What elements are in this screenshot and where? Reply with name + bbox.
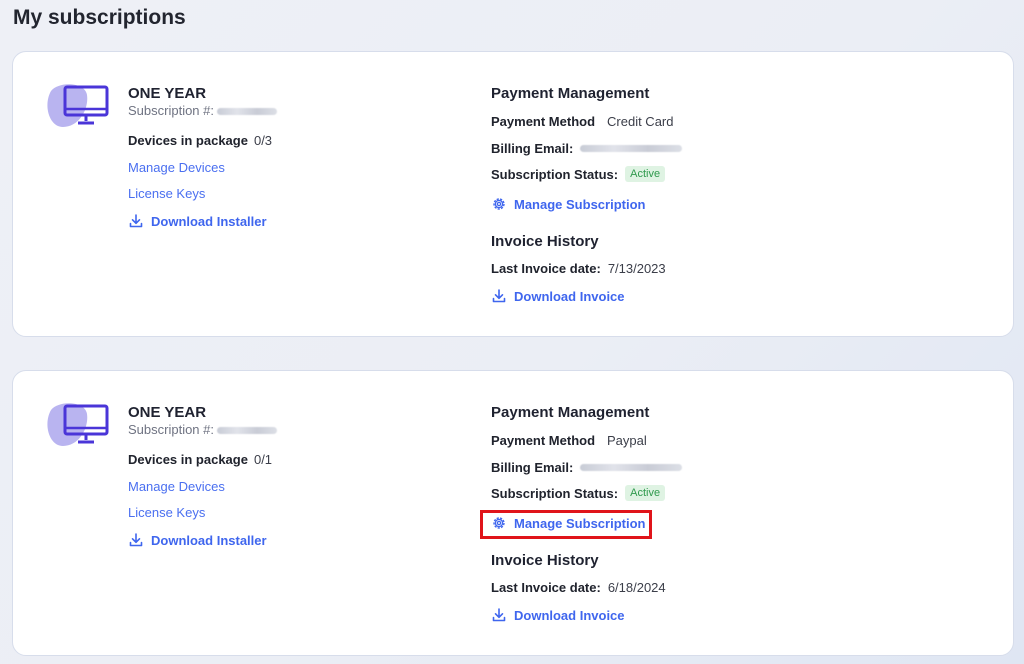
monitor-icon xyxy=(47,403,109,446)
download-icon xyxy=(129,214,143,228)
billing-email: Billing Email: xyxy=(491,141,683,156)
payment-management-title: Payment Management xyxy=(491,85,650,102)
gear-icon xyxy=(493,517,505,529)
manage-subscription-button[interactable]: Manage Subscription xyxy=(491,196,645,212)
subscription-card: ONE YEAR Subscription #: Devices in pack… xyxy=(12,51,1014,337)
manage-subscription-button[interactable]: Manage Subscription xyxy=(491,515,645,531)
download-icon xyxy=(129,533,143,547)
download-invoice-button[interactable]: Download Invoice xyxy=(491,607,625,623)
download-icon xyxy=(492,289,506,303)
download-icon xyxy=(492,608,506,622)
license-keys-link[interactable]: License Keys xyxy=(128,186,205,201)
monitor-icon xyxy=(47,84,109,127)
manage-devices-link[interactable]: Manage Devices xyxy=(128,160,225,175)
redacted-subscription-id xyxy=(217,107,277,115)
payment-method: Payment Method Paypal xyxy=(491,433,647,448)
last-invoice-date: Last Invoice date: 7/13/2023 xyxy=(491,261,666,276)
redacted-subscription-id xyxy=(217,426,277,434)
devices-in-package: Devices in package 0/3 xyxy=(128,133,273,148)
redacted-email xyxy=(580,464,683,471)
billing-email: Billing Email: xyxy=(491,460,683,475)
license-keys-link[interactable]: License Keys xyxy=(128,505,205,520)
redacted-email xyxy=(580,145,683,152)
subscription-number: Subscription #: xyxy=(128,422,448,438)
status-badge: Active xyxy=(625,485,666,501)
manage-devices-link[interactable]: Manage Devices xyxy=(128,479,225,494)
payment-management-title: Payment Management xyxy=(491,404,650,421)
invoice-history-title: Invoice History xyxy=(491,552,599,569)
status-badge: Active xyxy=(625,166,666,182)
plan-name: ONE YEAR xyxy=(128,404,207,421)
invoice-history-title: Invoice History xyxy=(491,233,599,250)
subscription-card: ONE YEAR Subscription #: Devices in pack… xyxy=(12,370,1014,656)
gear-icon xyxy=(493,198,505,210)
subscription-number: Subscription #: xyxy=(128,103,448,119)
download-installer-button[interactable]: Download Installer xyxy=(128,532,267,548)
page-title: My subscriptions xyxy=(13,6,186,29)
download-installer-button[interactable]: Download Installer xyxy=(128,213,267,229)
subscription-status: Subscription Status: Active xyxy=(491,166,666,182)
plan-name: ONE YEAR xyxy=(128,85,207,102)
subscription-status: Subscription Status: Active xyxy=(491,485,666,501)
devices-in-package: Devices in package 0/1 xyxy=(128,452,273,467)
download-invoice-button[interactable]: Download Invoice xyxy=(491,288,625,304)
payment-method: Payment Method Credit Card xyxy=(491,114,674,129)
last-invoice-date: Last Invoice date: 6/18/2024 xyxy=(491,580,666,595)
